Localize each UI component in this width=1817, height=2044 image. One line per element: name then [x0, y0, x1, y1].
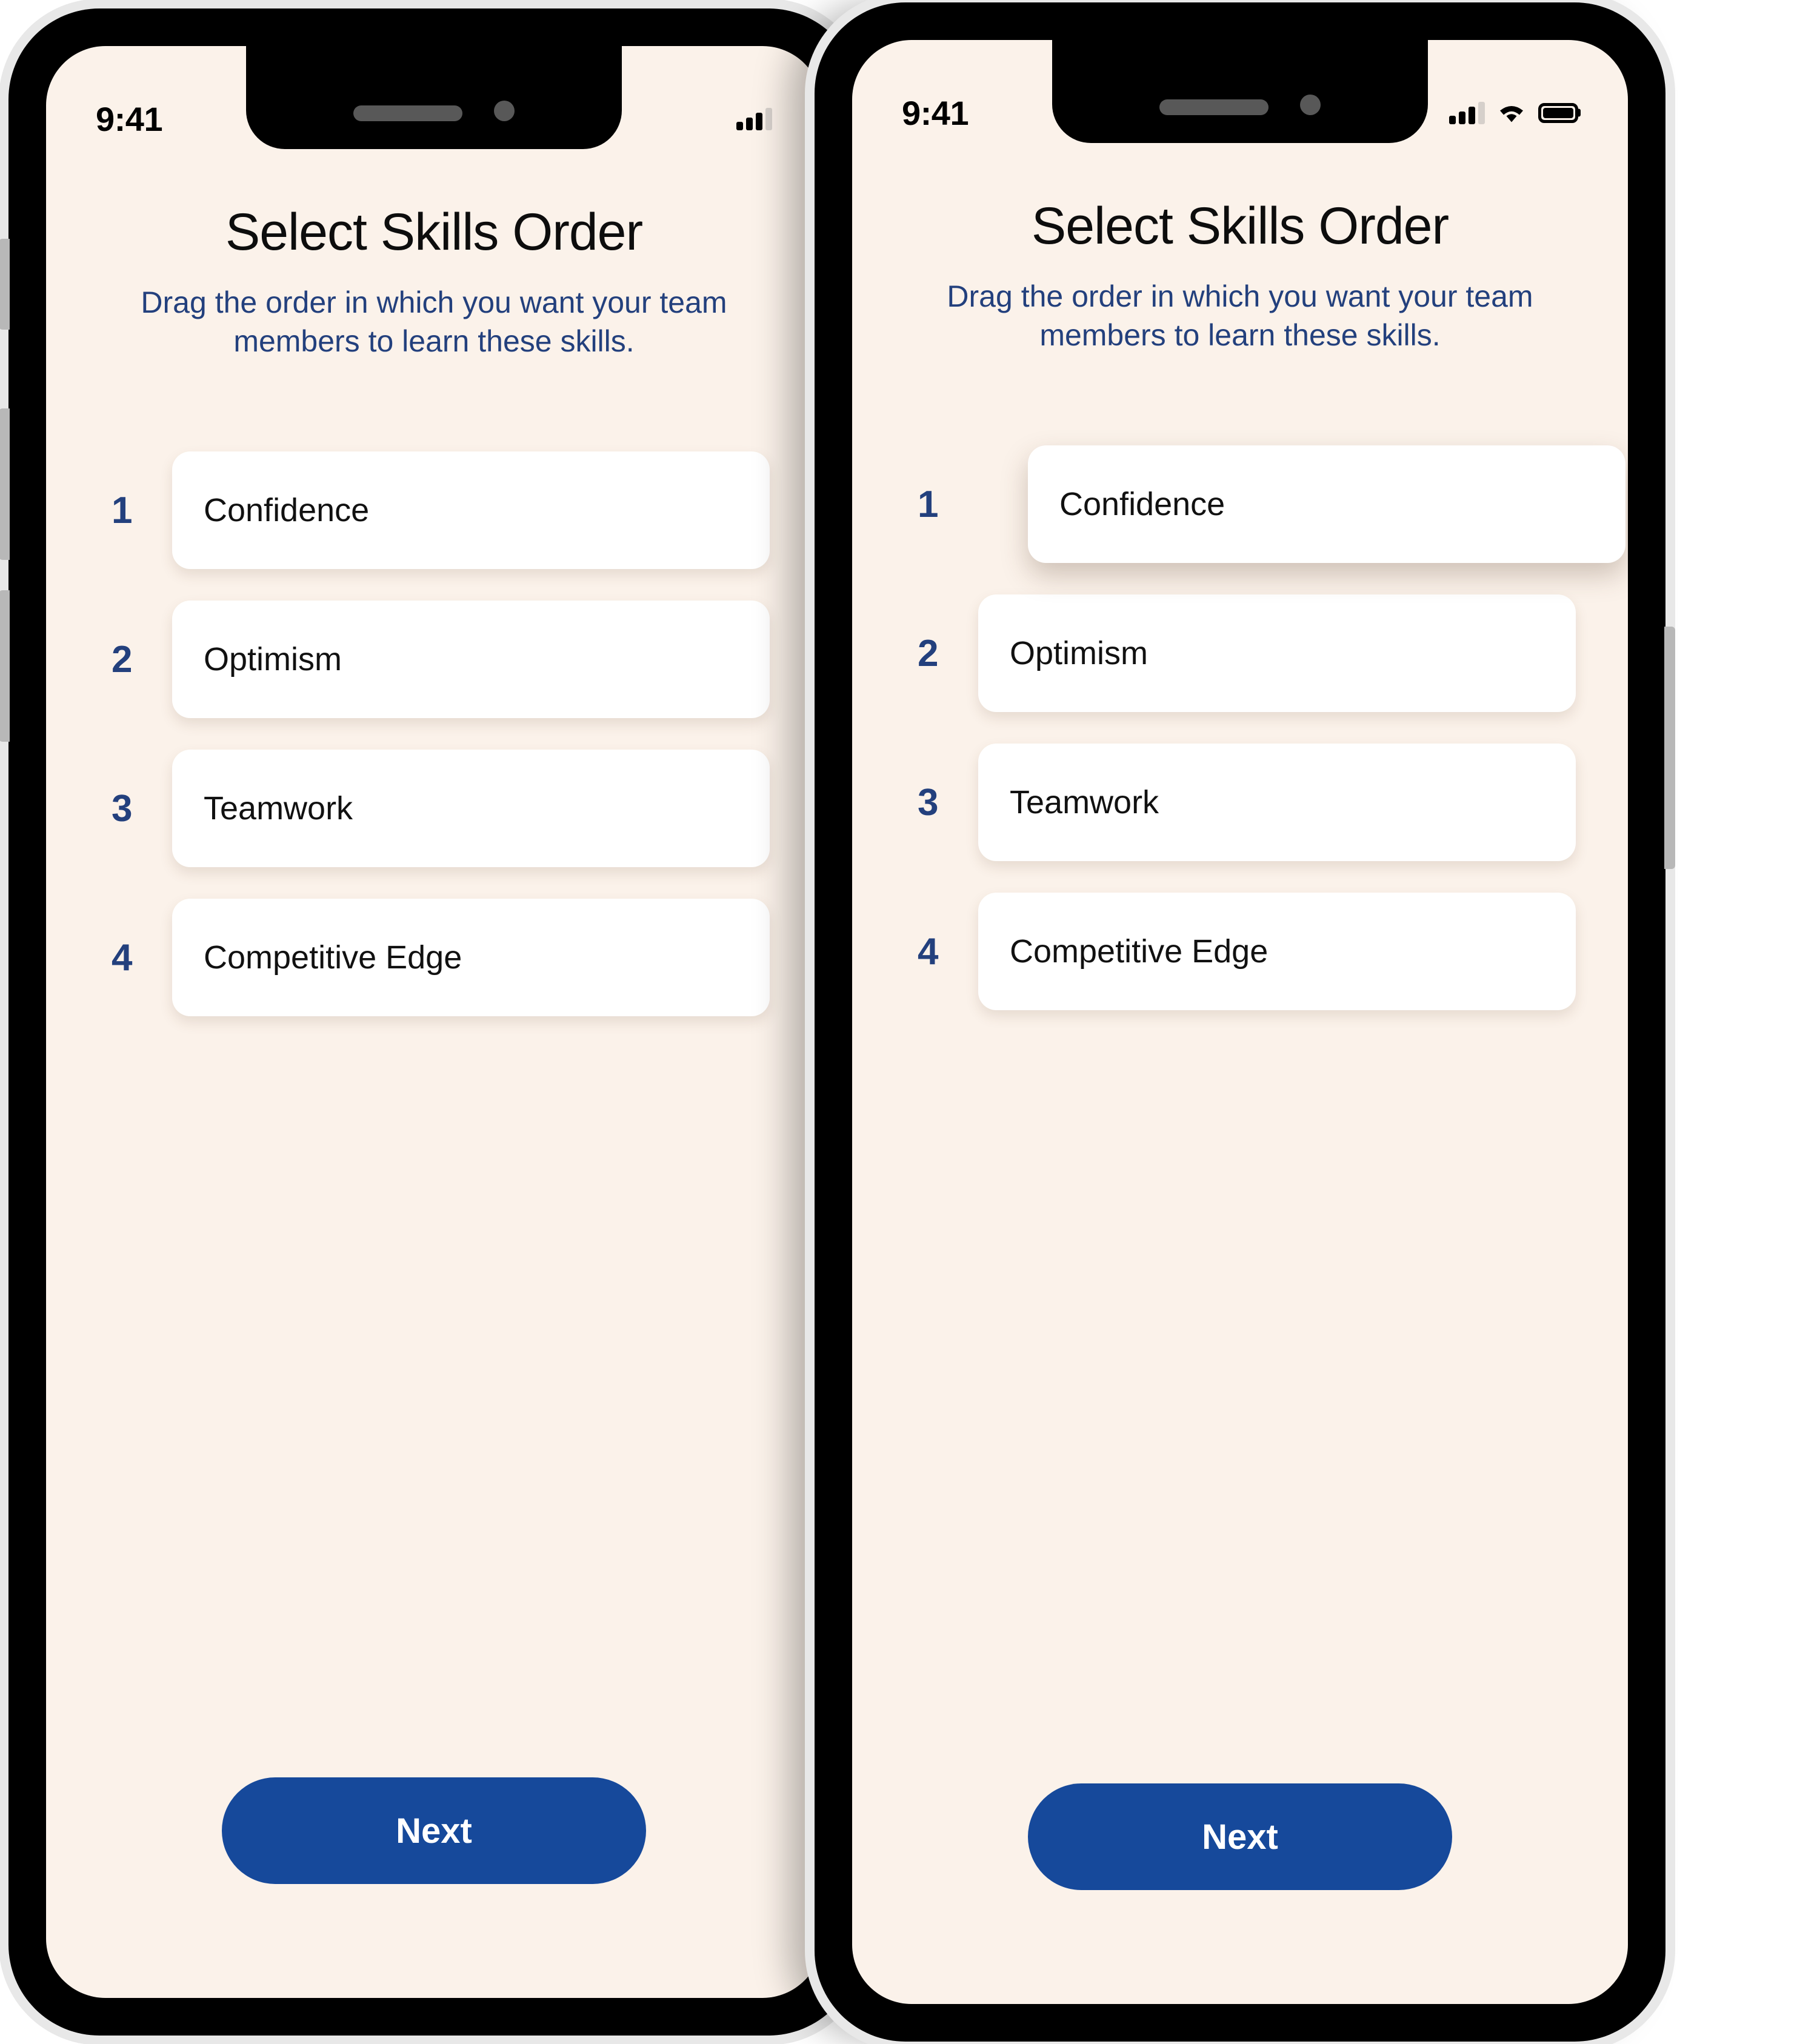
phone-screen-left: 9:41 Select Skills Order Drag the order …	[46, 46, 822, 1998]
page-title-left: Select Skills Order	[225, 203, 643, 261]
list-item[interactable]: 3 Teamwork	[910, 744, 1576, 861]
next-button[interactable]: Next	[1028, 1783, 1452, 1890]
skill-order-number: 1	[112, 489, 133, 531]
volume-up-button-left-phone[interactable]	[0, 408, 10, 560]
skill-card-teamwork[interactable]: Teamwork	[978, 744, 1576, 861]
front-camera-icon	[494, 101, 515, 121]
device-mockup-stage: 9:41 Select Skills Order Drag the order …	[0, 0, 1817, 2044]
speaker-grille-icon	[1159, 99, 1269, 115]
screen-content-left: Select Skills Order Drag the order in wh…	[46, 46, 822, 1998]
page-title-right: Select Skills Order	[1031, 197, 1449, 255]
volume-down-button-left-phone[interactable]	[0, 590, 10, 742]
skill-order-number: 4	[112, 936, 133, 979]
list-item[interactable]: 1 Confidence	[104, 451, 770, 569]
phone-screen-right: 9:41 Select Skills Order Drag the order …	[852, 40, 1628, 2004]
next-button-container-right: Next	[852, 1783, 1628, 1890]
speaker-grille-icon	[353, 105, 462, 121]
list-item[interactable]: 1 Confidence	[910, 445, 1625, 563]
list-item[interactable]: 3 Teamwork	[104, 750, 770, 867]
skill-order-number: 1	[918, 483, 939, 525]
next-button-container-left: Next	[46, 1777, 822, 1884]
skill-order-number: 2	[112, 638, 133, 681]
silent-switch-left-phone[interactable]	[0, 239, 10, 330]
page-subtitle-right: Drag the order in which you want your te…	[947, 279, 1533, 352]
front-camera-icon	[1300, 95, 1321, 115]
notch-left-phone	[246, 46, 622, 149]
skill-card-confidence[interactable]: Confidence	[172, 451, 770, 569]
notch-right-phone	[1052, 40, 1428, 143]
skill-card-competitive-edge[interactable]: Competitive Edge	[172, 899, 770, 1016]
skill-order-number: 3	[918, 781, 939, 824]
skill-card-confidence-dragging[interactable]: Confidence	[1028, 445, 1625, 563]
power-button-right-phone[interactable]	[1664, 627, 1675, 869]
skill-order-number: 3	[112, 787, 133, 830]
list-item[interactable]: 2 Optimism	[910, 594, 1576, 712]
list-item[interactable]: 4 Competitive Edge	[910, 893, 1576, 1010]
next-button[interactable]: Next	[222, 1777, 646, 1884]
skills-reorder-list-left: 1 Confidence 2 Optimism 3 Teamwork 4 Com…	[46, 451, 822, 1016]
list-item[interactable]: 2 Optimism	[104, 601, 770, 718]
skill-card-competitive-edge[interactable]: Competitive Edge	[978, 893, 1576, 1010]
phone-mockup-left: 9:41 Select Skills Order Drag the order …	[0, 8, 869, 2036]
screen-content-right: Select Skills Order Drag the order in wh…	[852, 40, 1628, 2004]
page-subtitle-left: Drag the order in which you want your te…	[141, 285, 727, 358]
skill-order-number: 4	[918, 930, 939, 973]
skill-card-teamwork[interactable]: Teamwork	[172, 750, 770, 867]
skill-card-optimism[interactable]: Optimism	[978, 594, 1576, 712]
phone-mockup-right: 9:41 Select Skills Order Drag the order …	[815, 2, 1675, 2042]
skill-order-number: 2	[918, 632, 939, 674]
list-item[interactable]: 4 Competitive Edge	[104, 899, 770, 1016]
skill-card-optimism[interactable]: Optimism	[172, 601, 770, 718]
skills-reorder-list-right: 1 Confidence 2 Optimism 3 Teamwork 4 Com…	[852, 445, 1628, 1010]
